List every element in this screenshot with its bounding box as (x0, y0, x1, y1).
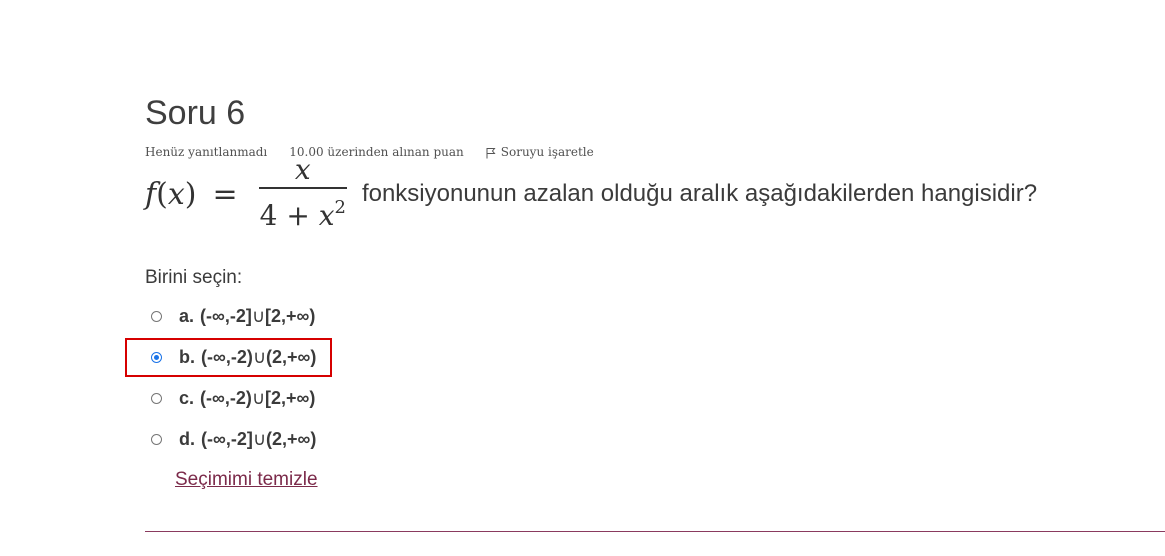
flag-question-link[interactable]: Soruyu işaretle (486, 145, 594, 159)
formula-func: f (145, 176, 157, 212)
answer-right: [2,+∞) (265, 388, 316, 408)
answer-right: [2,+∞) (265, 306, 316, 326)
answer-list: a. (-∞,-2] ∪ [2,+∞) b. (-∞,-2) ∪ (2,+∞) c. (… (125, 296, 332, 460)
question-text: f (x) = x 4 + x2 fonksiyonunun azalan ol… (145, 155, 1038, 233)
answer-left: (-∞,-2] (201, 429, 253, 449)
question-title: Soru 6 (145, 94, 246, 132)
answer-left: (-∞,-2) (201, 347, 253, 367)
denominator-const: 4 + (259, 198, 319, 232)
formula-denominator: 4 + x2 (256, 191, 350, 233)
union-symbol: ∪ (251, 388, 266, 408)
union-symbol: ∪ (252, 429, 267, 449)
radio-c[interactable] (151, 393, 162, 404)
flag-label: Soruyu işaretle (500, 145, 594, 159)
formula-close-paren: ) (184, 176, 197, 212)
radio-d[interactable] (151, 434, 162, 445)
union-symbol: ∪ (251, 306, 266, 326)
function-formula: f (x) = x 4 + x2 (145, 155, 362, 233)
radio-a[interactable] (151, 311, 162, 322)
denominator-exp: 2 (334, 196, 346, 218)
formula-fraction: x 4 + x2 (256, 155, 350, 233)
answer-option-a[interactable]: a. (-∞,-2] ∪ [2,+∞) (145, 296, 316, 337)
answer-option-c[interactable]: c. (-∞,-2) ∪ [2,+∞) (145, 378, 316, 419)
formula-numerator: x (294, 153, 311, 187)
answer-option-b[interactable]: b. (-∞,-2) ∪ (2,+∞) (125, 337, 332, 378)
answer-left: (-∞,-2) (200, 388, 252, 408)
fraction-bar (258, 187, 347, 189)
answer-right: (2,+∞) (266, 429, 317, 449)
denominator-var: x (318, 198, 335, 232)
formula-equals: = (212, 176, 238, 212)
answer-prompt: Birini seçin: (145, 267, 243, 288)
question-text-body: fonksiyonunun azalan olduğu aralık aşağı… (361, 180, 1038, 207)
radio-b[interactable] (151, 352, 162, 363)
answer-letter: d. (179, 429, 195, 449)
answer-option-d[interactable]: d. (-∞,-2] ∪ (2,+∞) (145, 419, 316, 460)
formula-open-paren: ( (156, 176, 168, 212)
answer-letter: c. (179, 388, 195, 408)
question-container: Soru 6 Henüz yanıtlanmadı 10.00 üzerinde… (125, 0, 1165, 556)
answer-right: (2,+∞) (266, 347, 317, 367)
section-divider (145, 531, 1165, 532)
answer-letter: a. (179, 306, 195, 326)
clear-choice-link[interactable]: Seçimimi temizle (175, 469, 318, 491)
union-symbol: ∪ (252, 347, 267, 367)
formula-arg: x (167, 176, 185, 212)
answer-left: (-∞,-2] (200, 306, 252, 326)
answer-letter: b. (179, 347, 195, 367)
